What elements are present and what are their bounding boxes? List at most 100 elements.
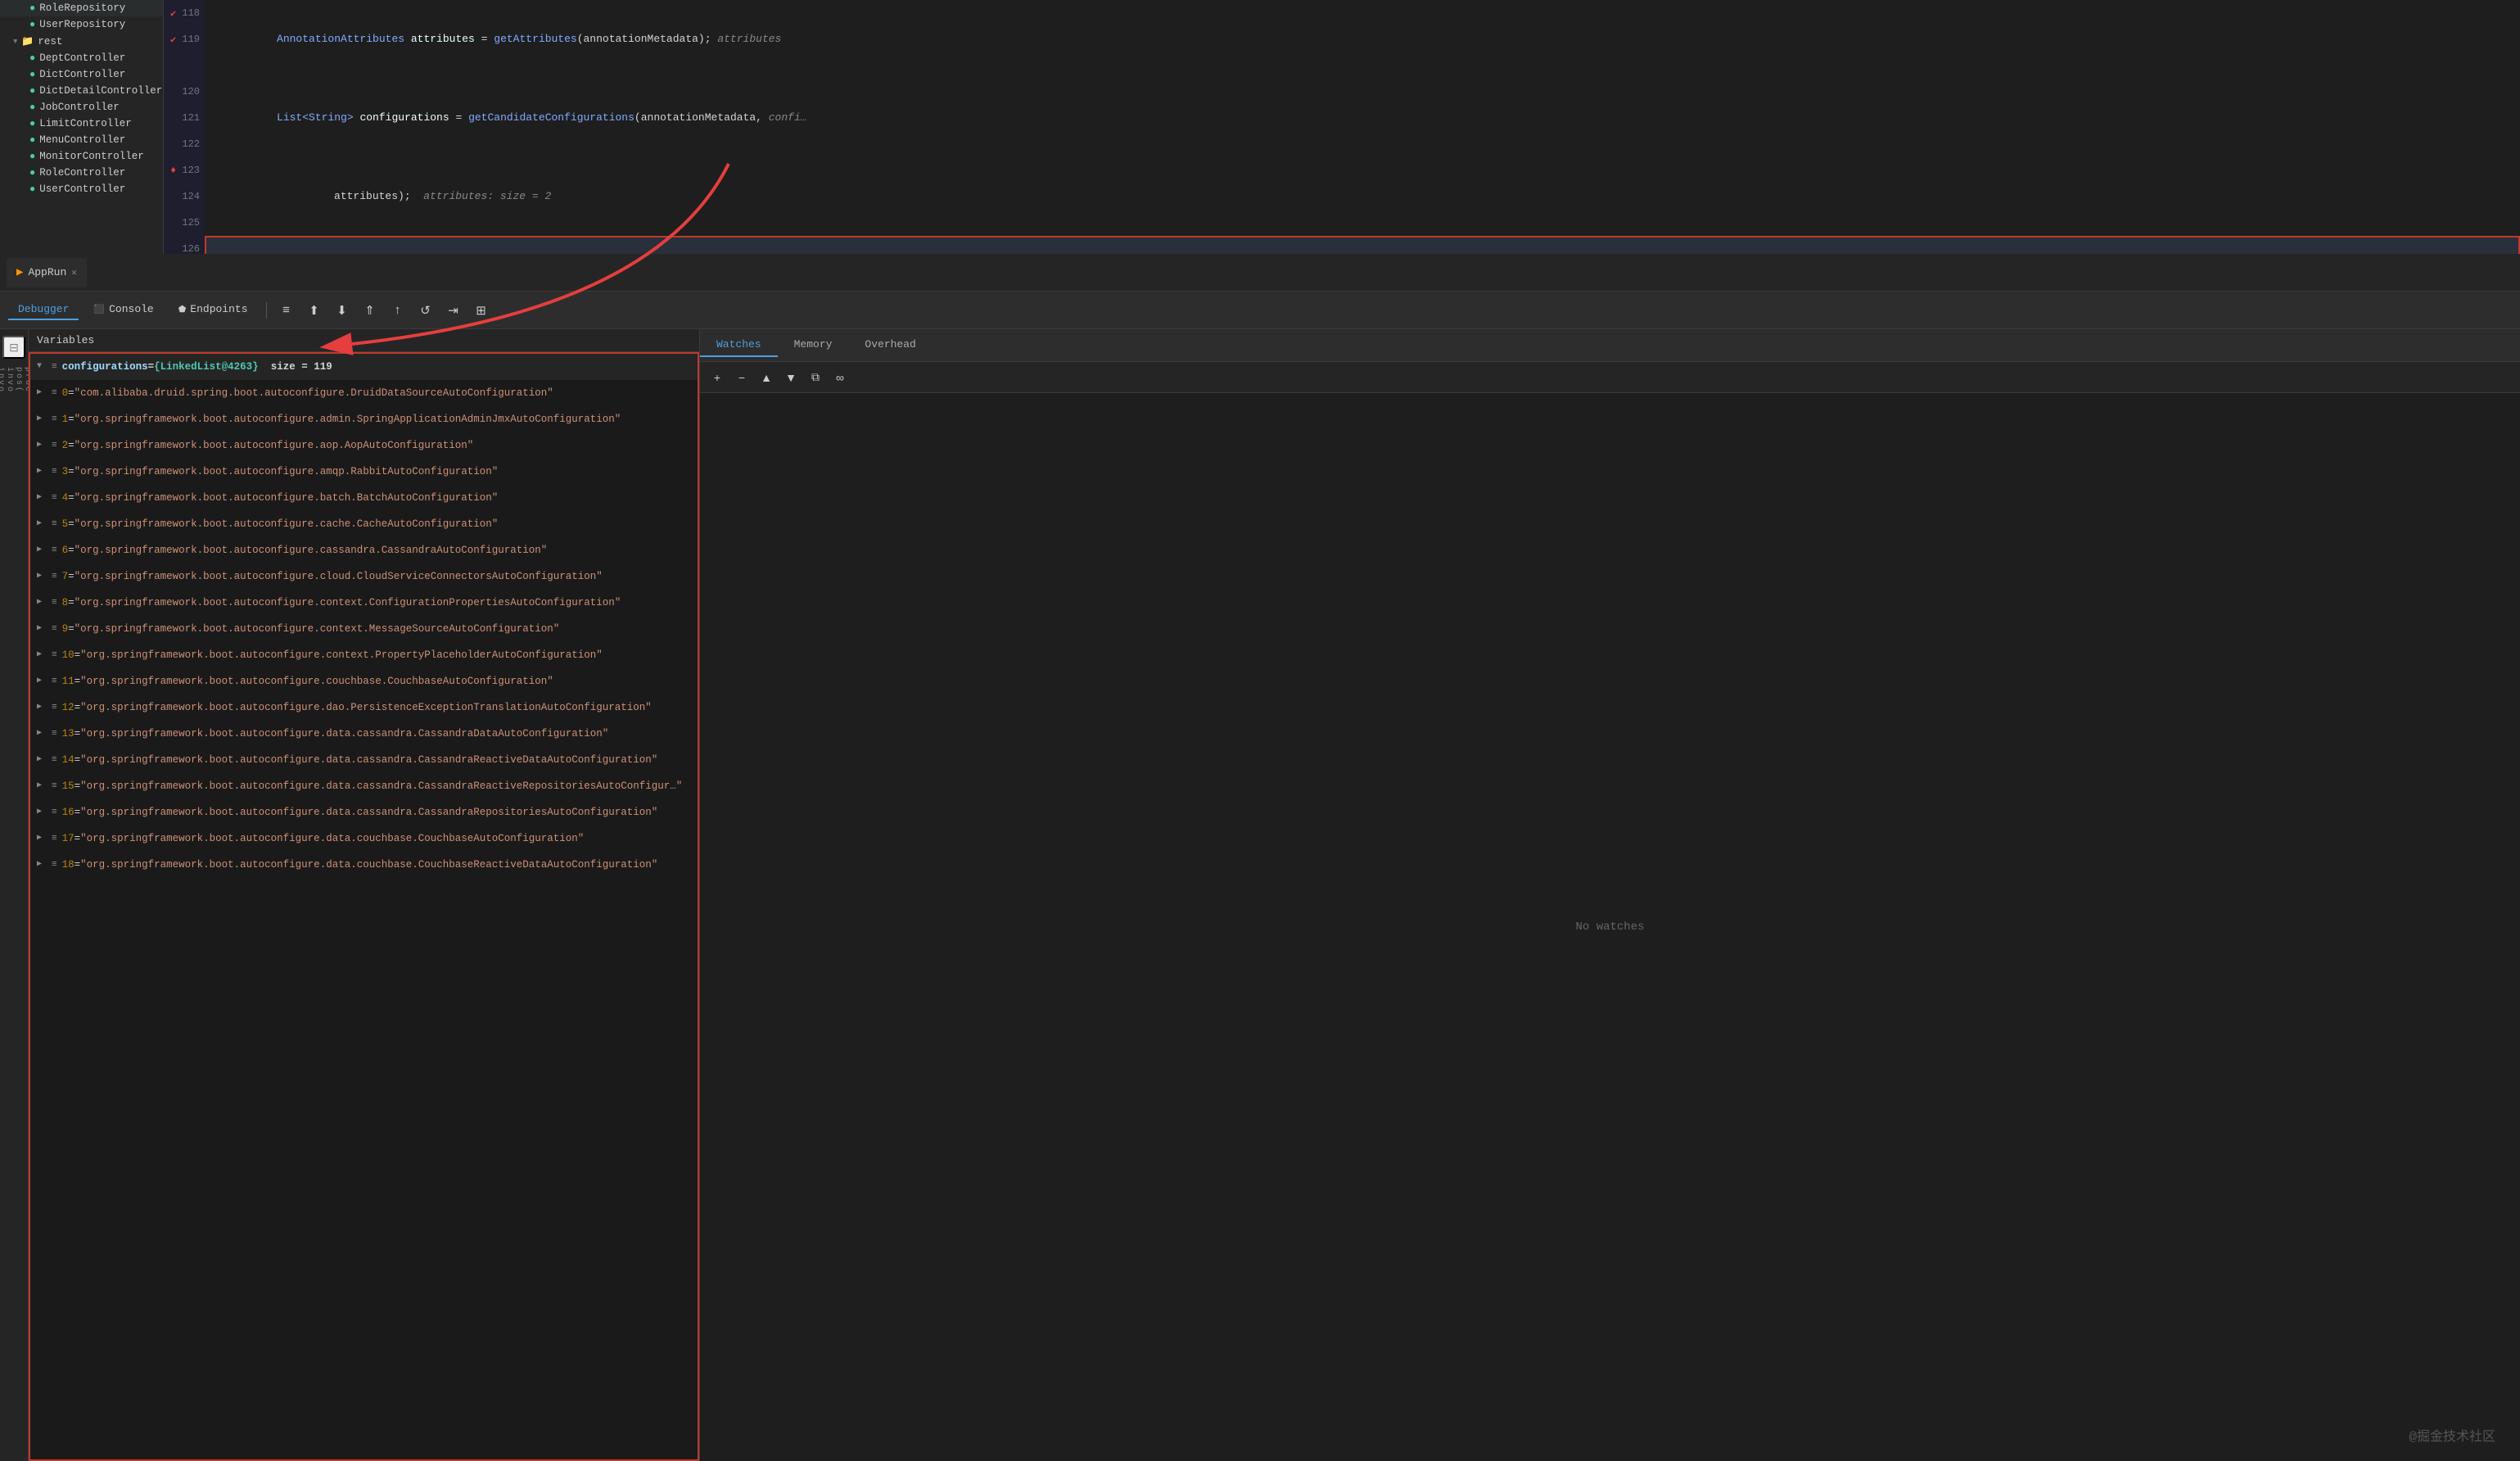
toolbar-btn-evaluate[interactable]: ↺ bbox=[414, 299, 437, 322]
eq-icon: ≡ bbox=[52, 462, 57, 482]
var-list-item[interactable]: ▶ ≡ 14 = "org.springframework.boot.autoc… bbox=[30, 747, 698, 773]
move-down-watch-button[interactable]: ▼ bbox=[780, 367, 802, 388]
expand-arrow[interactable]: ▶ bbox=[37, 645, 47, 665]
tab-overhead[interactable]: Overhead bbox=[848, 333, 932, 357]
tab-endpoints[interactable]: ⬟ Endpoints bbox=[169, 300, 258, 320]
tree-item-dict-detail-controller[interactable]: ● DictDetailController bbox=[0, 83, 163, 99]
endpoints-tab-label: Endpoints bbox=[190, 303, 247, 315]
toolbar-btn-run-cursor[interactable]: ↑ bbox=[386, 299, 409, 322]
tree-item-dept-controller[interactable]: ● DeptController bbox=[0, 50, 163, 66]
tree-item-user-controller[interactable]: ● UserController bbox=[0, 181, 163, 197]
sidebar-mini: ⊟ get/procgetlprocparsprocpos(invoinvoin… bbox=[0, 329, 29, 1461]
expand-arrow[interactable]: ▶ bbox=[37, 488, 47, 508]
var-list-item[interactable]: ▶ ≡ 12 = "org.springframework.boot.autoc… bbox=[30, 694, 698, 721]
expand-arrow[interactable]: ▶ bbox=[37, 672, 47, 691]
expand-arrow[interactable]: ▶ bbox=[37, 462, 47, 482]
var-list-item[interactable]: ▶ ≡ 4 = "org.springframework.boot.autoco… bbox=[30, 485, 698, 511]
var-list-item[interactable]: ▶ ≡ 8 = "org.springframework.boot.autoco… bbox=[30, 590, 698, 616]
expand-arrow-root[interactable]: ▼ bbox=[37, 357, 47, 377]
var-index: 15 bbox=[62, 776, 75, 796]
expand-arrow[interactable]: ▶ bbox=[37, 436, 47, 455]
expand-arrow[interactable]: ▶ bbox=[37, 698, 47, 717]
var-list-item[interactable]: ▶ ≡ 16 = "org.springframework.boot.autoc… bbox=[30, 799, 698, 825]
apprun-tab[interactable]: ▶ AppRun ✕ bbox=[7, 258, 87, 287]
class-icon: ● bbox=[29, 118, 35, 129]
var-index: 13 bbox=[62, 724, 75, 744]
eq-icon: ≡ bbox=[52, 645, 57, 665]
var-list-item[interactable]: ▶ ≡ 17 = "org.springframework.boot.autoc… bbox=[30, 825, 698, 852]
var-list-item[interactable]: ▶ ≡ 1 = "org.springframework.boot.autoco… bbox=[30, 406, 698, 432]
toolbar-btn-table-view[interactable]: ⊞ bbox=[470, 299, 493, 322]
var-list-item[interactable]: ▶ ≡ 10 = "org.springframework.boot.autoc… bbox=[30, 642, 698, 668]
expand-arrow[interactable]: ▶ bbox=[37, 567, 47, 586]
var-list-item[interactable]: ▶ ≡ 2 = "org.springframework.boot.autoco… bbox=[30, 432, 698, 459]
no-watches-text: No watches bbox=[1575, 920, 1644, 934]
toolbar-btn-step-out[interactable]: ⇑ bbox=[359, 299, 382, 322]
var-list-item[interactable]: ▶ ≡ 5 = "org.springframework.boot.autoco… bbox=[30, 511, 698, 537]
var-root-type: {LinkedList@4263} bbox=[154, 357, 259, 377]
tree-item-label: MonitorController bbox=[39, 151, 144, 162]
tab-debugger[interactable]: Debugger bbox=[8, 300, 79, 320]
duplicate-watch-button[interactable]: ⧉ bbox=[805, 367, 826, 388]
expand-arrow[interactable]: ▶ bbox=[37, 750, 47, 770]
tree-item-job-controller[interactable]: ● JobController bbox=[0, 99, 163, 115]
gutter-line-120: 120 bbox=[164, 79, 205, 105]
var-index: 9 bbox=[62, 619, 69, 639]
var-value: "org.springframework.boot.autoconfigure.… bbox=[75, 462, 499, 482]
expand-arrow[interactable]: ▶ bbox=[37, 383, 47, 403]
expand-arrow[interactable]: ▶ bbox=[37, 776, 47, 796]
move-up-watch-button[interactable]: ▲ bbox=[756, 367, 777, 388]
tab-console[interactable]: ⬛ Console bbox=[84, 300, 163, 320]
expand-arrow[interactable]: ▶ bbox=[37, 593, 47, 613]
add-watch-button[interactable]: + bbox=[707, 367, 728, 388]
expand-arrow[interactable]: ▶ bbox=[37, 514, 47, 534]
remove-watch-button[interactable]: − bbox=[731, 367, 752, 388]
class-icon: ● bbox=[29, 102, 35, 113]
tree-item-dict-controller[interactable]: ● DictController bbox=[0, 66, 163, 83]
tree-item-rest[interactable]: ▼ 📁 rest bbox=[0, 33, 163, 50]
gutter-line-122: 122 bbox=[164, 131, 205, 157]
tree-item-limit-controller[interactable]: ● LimitController bbox=[0, 115, 163, 132]
tab-memory[interactable]: Memory bbox=[778, 333, 849, 357]
memory-tab-label: Memory bbox=[794, 338, 833, 351]
expand-arrow[interactable]: ▶ bbox=[37, 724, 47, 744]
tree-item-role-controller[interactable]: ● RoleController bbox=[0, 165, 163, 181]
toolbar-btn-step-into[interactable]: ⬇ bbox=[331, 299, 354, 322]
toolbar-btn-resume[interactable]: ≡ bbox=[275, 299, 298, 322]
var-list-item[interactable]: ▶ ≡ 15 = "org.springframework.boot.autoc… bbox=[30, 773, 698, 799]
eq-icon: ≡ bbox=[52, 436, 57, 455]
tree-item-role-repository[interactable]: ● RoleRepository bbox=[0, 0, 163, 16]
toolbar-btn-drop-frame[interactable]: ⇥ bbox=[442, 299, 465, 322]
var-list-item[interactable]: ▶ ≡ 6 = "org.springframework.boot.autoco… bbox=[30, 537, 698, 563]
expand-arrow[interactable]: ▶ bbox=[37, 803, 47, 822]
var-list-item[interactable]: ▶ ≡ 13 = "org.springframework.boot.autoc… bbox=[30, 721, 698, 747]
eq-icon: ≡ bbox=[52, 383, 57, 403]
variables-panel: Variables ▼ ≡ configurations = {LinkedLi… bbox=[29, 329, 700, 1461]
var-list-item[interactable]: ▶ ≡ 3 = "org.springframework.boot.autoco… bbox=[30, 459, 698, 485]
expand-arrow[interactable]: ▶ bbox=[37, 855, 47, 875]
var-list-item[interactable]: ▶ ≡ 9 = "org.springframework.boot.autoco… bbox=[30, 616, 698, 642]
var-list-item[interactable]: ▶ ≡ 11 = "org.springframework.boot.autoc… bbox=[30, 668, 698, 694]
toolbar-btn-step-over[interactable]: ⬆ bbox=[303, 299, 326, 322]
tree-item-monitor-controller[interactable]: ● MonitorController bbox=[0, 148, 163, 165]
filter-button[interactable]: ⊟ bbox=[2, 336, 25, 359]
infinity-watch-button[interactable]: ∞ bbox=[829, 367, 851, 388]
var-root-item[interactable]: ▼ ≡ configurations = {LinkedList@4263} s… bbox=[30, 354, 698, 380]
var-value: "org.springframework.boot.autoconfigure.… bbox=[75, 567, 603, 586]
tab-watches[interactable]: Watches bbox=[700, 333, 778, 357]
close-tab-button[interactable]: ✕ bbox=[71, 267, 77, 278]
tree-item-menu-controller[interactable]: ● MenuController bbox=[0, 132, 163, 148]
var-list-item[interactable]: ▶ ≡ 0 = "com.alibaba.druid.spring.boot.a… bbox=[30, 380, 698, 406]
expand-arrow[interactable]: ▶ bbox=[37, 409, 47, 429]
var-index: 4 bbox=[62, 488, 69, 508]
var-equals: = bbox=[75, 645, 81, 665]
expand-arrow[interactable]: ▶ bbox=[37, 829, 47, 848]
tree-item-user-repository[interactable]: ● UserRepository bbox=[0, 16, 163, 33]
expand-arrow[interactable]: ▶ bbox=[37, 541, 47, 560]
tree-item-label: DictDetailController bbox=[39, 85, 162, 97]
var-list-item[interactable]: ▶ ≡ 7 = "org.springframework.boot.autoco… bbox=[30, 563, 698, 590]
expand-arrow[interactable]: ▶ bbox=[37, 619, 47, 639]
eq-icon: ≡ bbox=[52, 776, 57, 796]
top-area: ● RoleRepository ● UserRepository ▼ 📁 re… bbox=[0, 0, 2520, 254]
var-list-item[interactable]: ▶ ≡ 18 = "org.springframework.boot.autoc… bbox=[30, 852, 698, 878]
